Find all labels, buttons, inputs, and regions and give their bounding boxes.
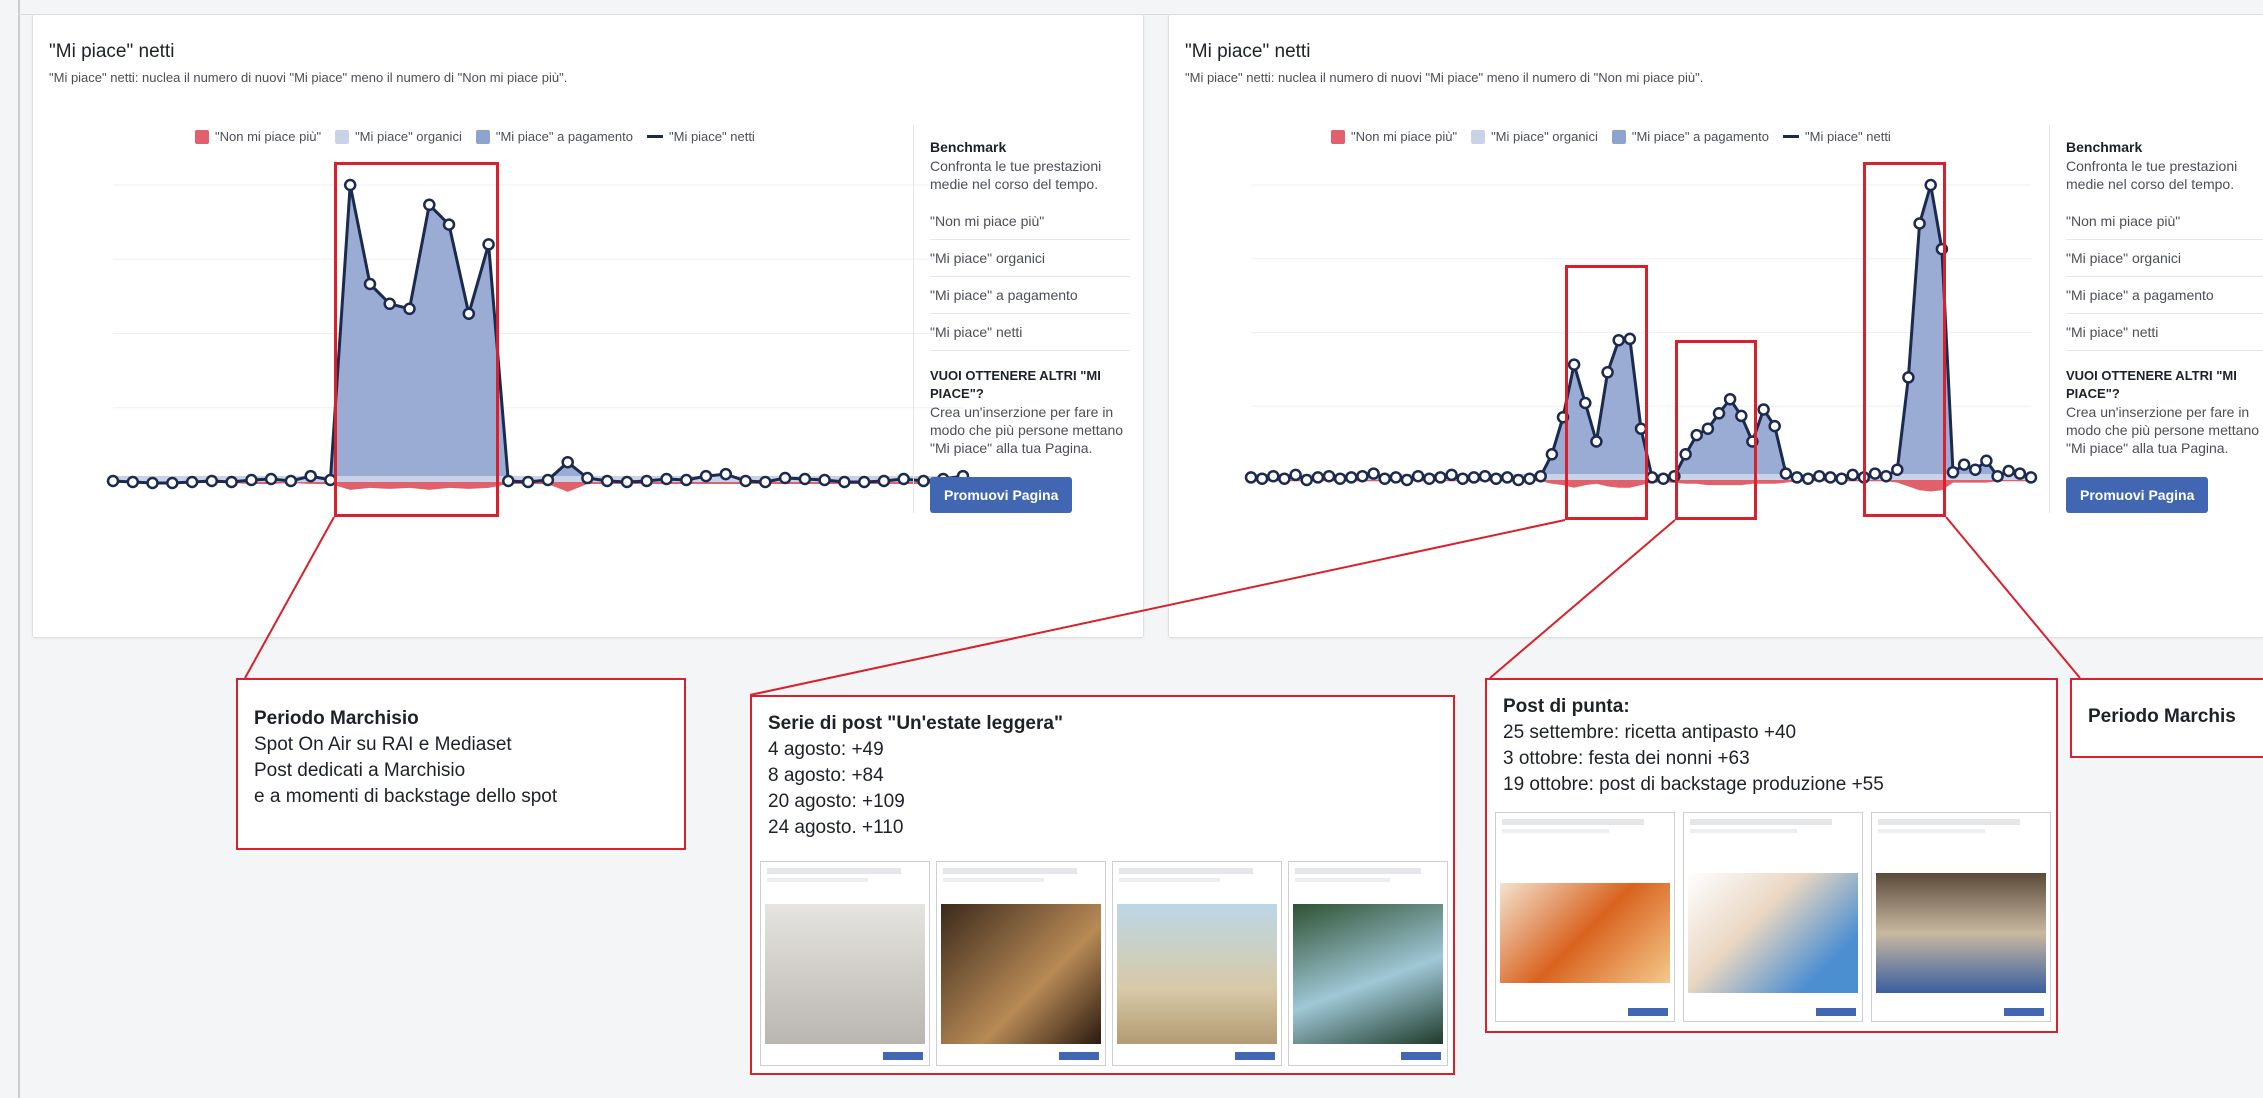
callout-line: Spot On Air su RAI e Mediaset — [254, 734, 512, 755]
callout-title: Serie di post "Un'estate leggera" — [768, 713, 1063, 734]
callout-title: Periodo Marchis — [2088, 706, 2236, 727]
post-thumbnail[interactable] — [1112, 861, 1282, 1066]
post-thumbnail[interactable] — [936, 861, 1106, 1066]
callout-line: 3 ottobre: festa dei nonni +63 — [1503, 748, 1750, 769]
callout-marchisio-right: Periodo Marchis — [2070, 678, 2263, 758]
callout-marchisio-left: Periodo Marchisio Spot On Air su RAI e M… — [236, 678, 686, 850]
callout-post-punta: Post di punta: 25 settembre: ricetta ant… — [1485, 678, 2058, 1033]
callout-line: 24 agosto. +110 — [768, 817, 904, 838]
post-thumbnail[interactable] — [760, 861, 930, 1066]
connector-punta — [1489, 519, 1676, 679]
callout-line: 25 settembre: ricetta antipasto +40 — [1503, 722, 1797, 743]
callout-line: 8 agosto: +84 — [768, 765, 884, 786]
callout-title: Post di punta: — [1503, 696, 1630, 717]
connector-marchisio-right — [1945, 516, 2081, 679]
connector-serie — [749, 519, 1566, 696]
post-thumbnail[interactable] — [1288, 861, 1448, 1066]
callout-line: 19 ottobre: post di backstage produzione… — [1503, 774, 1884, 795]
post-thumbnail[interactable] — [1495, 812, 1675, 1022]
post-thumbnail[interactable] — [1683, 812, 1863, 1022]
callout-line: Post dedicati a Marchisio — [254, 760, 466, 781]
callout-line: 4 agosto: +49 — [768, 739, 884, 760]
callout-title: Periodo Marchisio — [254, 708, 419, 729]
callout-line: 20 agosto: +109 — [768, 791, 905, 812]
callout-serie-estate: Serie di post "Un'estate leggera" 4 agos… — [750, 695, 1455, 1075]
post-thumbnail[interactable] — [1871, 812, 2051, 1022]
callout-line: e a momenti di backstage dello spot — [254, 786, 558, 807]
connector-marchisio-left — [244, 516, 335, 679]
